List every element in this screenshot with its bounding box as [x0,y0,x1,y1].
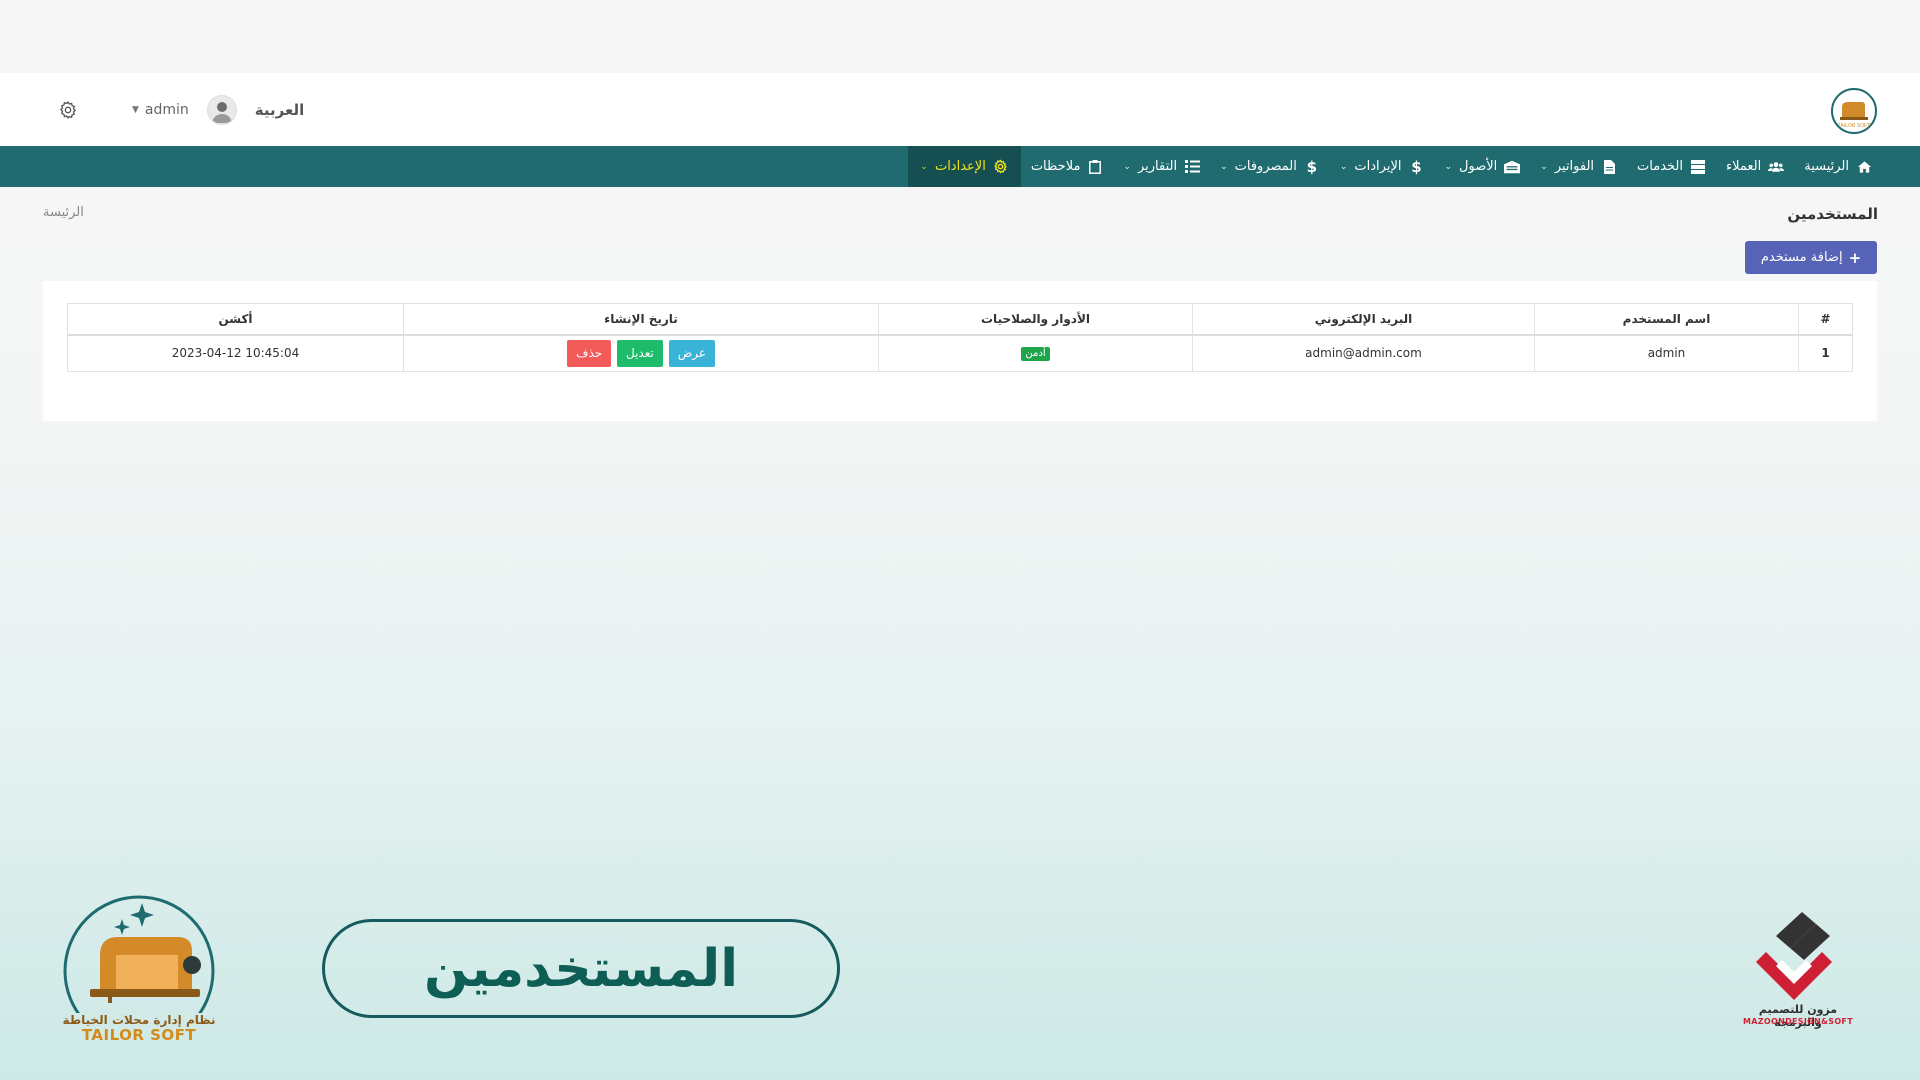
warehouse-icon [1504,159,1521,175]
nav-label: ملاحظات [1030,159,1081,174]
users-icon [1768,159,1785,175]
chevron-down-icon: ▼ [132,104,139,115]
add-user-button[interactable]: + إضافة مستخدم [1745,241,1877,274]
row-role: أدمن [878,334,1193,372]
nav-item-home[interactable]: الرئيسية [1794,146,1882,187]
nav-item-assets[interactable]: الأصول ⌄ [1435,146,1531,187]
chevron-down-icon: ⌄ [1540,161,1548,172]
nav-list: الرئيسية العملاء الخدمات الفواتير ⌄ الأص… [908,146,1882,187]
chevron-down-icon: ⌄ [1339,161,1348,172]
nav-item-reports[interactable]: التقارير ⌄ [1113,146,1210,187]
users-card: # اسم المستخدم البريد الإلكتروني الأدوار… [43,281,1877,421]
tailor-caption-en: TAILOR SOFT [81,1026,197,1044]
main-navbar: الرئيسية العملاء الخدمات الفواتير ⌄ الأص… [0,146,1920,187]
username-label: admin [144,101,189,118]
nav-item-invoices[interactable]: الفواتير ⌄ [1530,146,1627,187]
delete-button[interactable]: حذف [567,339,612,367]
breadcrumb[interactable]: الرئيسة [43,205,84,220]
language-switcher[interactable]: العربية [255,101,304,119]
nav-item-settings[interactable]: الإعدادات ⌄ [908,146,1021,187]
page-title: المستخدمين [1787,205,1878,223]
col-action: أكشن [67,303,404,336]
row-created-at: 2023-04-12 10:45:04 [67,334,404,372]
row-actions: عرض تعديل حذف [403,334,879,372]
section-banner: المستخدمين [322,919,840,1018]
table-header-row: # اسم المستخدم البريد الإلكتروني الأدوار… [67,303,1853,336]
header-user-area: ▼ admin العربية [56,73,304,146]
nav-item-services[interactable]: الخدمات [1627,146,1716,187]
chevron-down-icon: ⌄ [920,161,928,172]
nav-label: الرئيسية [1804,159,1849,174]
server-icon [1690,159,1706,175]
dollar-icon: $ [1306,157,1318,176]
row-index: 1 [1798,334,1853,372]
col-email: البريد الإلكتروني [1192,303,1535,336]
nav-label: المصروفات [1234,159,1297,174]
nav-label: العملاء [1725,159,1762,174]
nav-item-expenses[interactable]: $ المصروفات ⌄ [1210,146,1330,187]
row-username: admin [1534,334,1799,372]
avatar[interactable] [206,94,237,125]
row-email: admin@admin.com [1192,334,1535,372]
nav-label: الخدمات [1637,159,1683,174]
sewing-machine-logo[interactable]: TAILOR SOFT [1830,87,1878,135]
nav-item-clients[interactable]: العملاء [1716,146,1794,187]
col-created: تاريخ الإنشاء [403,303,879,336]
clipboard-icon [1087,159,1103,175]
chevron-down-icon: ⌄ [1444,161,1453,172]
user-menu[interactable]: ▼ admin [132,102,189,118]
view-button[interactable]: عرض [668,339,715,367]
table-row: 1 admin admin@admin.com أدمن عرض تعديل ح… [67,334,1853,372]
mazoon-caption-en: MAZOONDESIGN&SOFT [1743,1017,1853,1026]
home-icon [1856,159,1872,175]
nav-label: الإعدادات [934,159,986,174]
col-index: # [1798,303,1853,336]
top-header: ▼ admin العربية TAILOR SOFT [0,73,1920,146]
chevron-down-icon: ⌄ [1123,161,1131,172]
col-username: اسم المستخدم [1534,303,1799,336]
plus-icon: + [1848,248,1862,267]
role-badge: أدمن [1021,347,1050,362]
col-roles: الأدوار والصلاحيات [878,303,1193,336]
nav-label: الإيرادات [1354,159,1402,174]
cog-icon [993,159,1009,175]
nav-item-revenues[interactable]: $ الإيرادات ⌄ [1330,146,1435,187]
file-icon [1601,159,1617,175]
gear-icon[interactable] [56,98,80,122]
tailor-caption-ar: نظام إدارة محلات الخياطة [62,1013,216,1027]
nav-label: الفواتير [1554,159,1595,174]
nav-label: الأصول [1459,159,1498,174]
nav-item-notes[interactable]: ملاحظات [1021,146,1114,187]
dollar-icon: $ [1411,157,1422,176]
list-icon [1184,159,1200,175]
users-table: # اسم المستخدم البريد الإلكتروني الأدوار… [67,303,1853,372]
nav-label: التقارير [1137,159,1178,174]
edit-button[interactable]: تعديل [617,339,663,367]
chevron-down-icon: ⌄ [1220,161,1228,172]
svg-text:TAILOR SOFT: TAILOR SOFT [1838,123,1870,129]
add-user-label: إضافة مستخدم [1760,250,1843,265]
